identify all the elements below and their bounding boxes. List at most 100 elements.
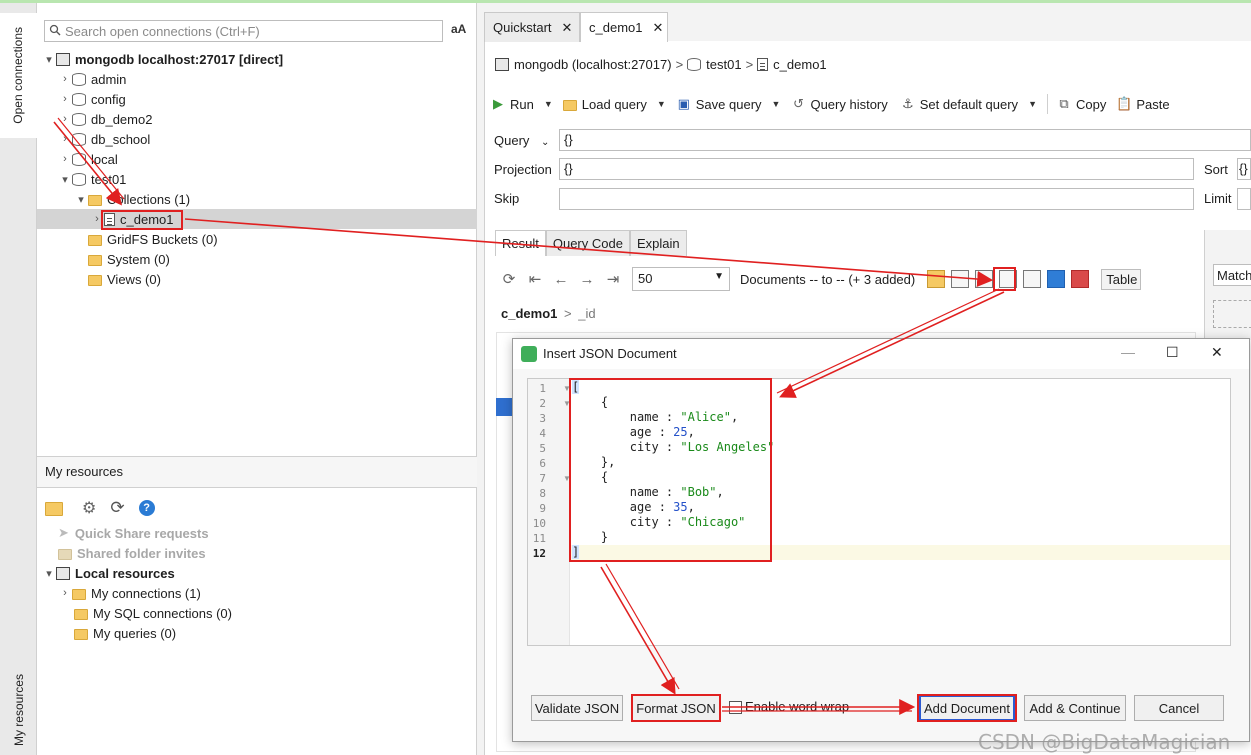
query-history-button[interactable]: ↺ Query history	[790, 96, 888, 112]
chevron-down-icon[interactable]: ▼	[772, 99, 781, 109]
query-input[interactable]: {}	[559, 129, 1251, 151]
shared-folder-invites[interactable]: Shared folder invites	[58, 543, 206, 563]
refresh-icon[interactable]: ⟳	[110, 498, 124, 518]
chevron-down-icon: ▼	[714, 271, 724, 282]
breadcrumb-connection[interactable]: mongodb (localhost:27017)	[514, 57, 672, 72]
chevron-right-icon[interactable]: ›	[58, 93, 72, 105]
chevron-down-icon[interactable]: ▼	[657, 99, 666, 109]
set-default-query-button[interactable]: ⚓ Set default query	[900, 96, 1018, 112]
tab-explain-label: Explain	[636, 236, 680, 251]
tree-db-local[interactable]: › local	[58, 149, 118, 169]
find-document-icon[interactable]	[1023, 270, 1042, 288]
edit-document-icon[interactable]	[975, 270, 994, 288]
my-queries[interactable]: My queries (0)	[74, 623, 176, 643]
tab-c-demo1[interactable]: c_demo1 ✕	[580, 12, 668, 42]
chevron-right-icon[interactable]: ›	[58, 153, 72, 165]
limit-input[interactable]	[1237, 188, 1251, 210]
close-icon[interactable]: ✕	[1211, 344, 1223, 361]
paste-button[interactable]: 📋 Paste	[1116, 96, 1169, 112]
folder-icon[interactable]	[927, 270, 946, 288]
add-continue-button[interactable]: Add & Continue	[1024, 695, 1126, 721]
tree-db-test01[interactable]: ▾ test01	[58, 169, 126, 189]
tab-quickstart[interactable]: Quickstart ✕	[484, 12, 580, 42]
match-dropzone[interactable]	[1213, 300, 1251, 328]
tree-db-db-demo2[interactable]: › db_demo2	[58, 109, 152, 129]
send-icon: ➤	[58, 525, 69, 540]
paste-label: Paste	[1136, 96, 1170, 112]
database-icon	[72, 132, 86, 146]
connection-label: mongodb localhost:27017 [direct]	[75, 51, 284, 67]
validate-json-button[interactable]: Validate JSON	[531, 695, 623, 721]
settings-icon[interactable]: ⚙	[82, 498, 96, 518]
tab-my-resources[interactable]: My resources	[0, 663, 37, 755]
tree-views-folder[interactable]: Views (0)	[88, 269, 161, 289]
chevron-down-icon[interactable]: ▾	[42, 53, 56, 66]
tab-query-code[interactable]: Query Code	[545, 230, 630, 256]
prev-page-icon[interactable]: ←	[548, 271, 574, 288]
path-field[interactable]: _id	[578, 306, 595, 321]
quick-share-requests[interactable]: ➤ Quick Share requests	[58, 523, 209, 543]
word-wrap-checkbox[interactable]	[729, 701, 742, 714]
view-mode-button[interactable]: Table	[1101, 268, 1142, 290]
tree-gridfs-folder[interactable]: GridFS Buckets (0)	[88, 229, 218, 249]
chevron-down-icon[interactable]: ⌄	[541, 137, 549, 148]
open-folder-icon	[562, 99, 577, 111]
tree-db-db-school[interactable]: › db_school	[58, 129, 150, 149]
sort-input[interactable]: {}	[1237, 158, 1251, 180]
page-size-select[interactable]: 50 ▼	[632, 267, 730, 291]
validate-icon[interactable]	[1047, 270, 1066, 288]
close-icon[interactable]: ✕	[562, 20, 573, 36]
chevron-right-icon[interactable]: ›	[58, 113, 72, 125]
tree-system-folder[interactable]: System (0)	[88, 249, 170, 269]
new-folder-icon[interactable]	[45, 502, 63, 516]
chevron-right-icon[interactable]: ›	[58, 133, 72, 145]
my-sql-connections[interactable]: My SQL connections (0)	[74, 603, 232, 623]
skip-input[interactable]	[559, 188, 1194, 210]
chevron-right-icon[interactable]: ›	[58, 587, 72, 599]
chevron-down-icon[interactable]: ▾	[74, 193, 88, 206]
load-query-button[interactable]: Load query	[562, 97, 647, 112]
first-page-icon[interactable]: ⇤	[522, 270, 548, 288]
set-default-query-label: Set default query	[919, 96, 1019, 112]
local-resources[interactable]: ▾ Local resources	[42, 563, 174, 583]
delete-document-icon[interactable]	[1071, 270, 1090, 288]
projection-input[interactable]: {}	[559, 158, 1194, 180]
shared-folder-icon	[58, 548, 72, 560]
insert-document-icon[interactable]	[951, 270, 970, 288]
tree-connection-root[interactable]: ▾ mongodb localhost:27017 [direct]	[42, 49, 283, 69]
path-collection[interactable]: c_demo1	[501, 306, 557, 321]
refresh-icon[interactable]: ⟳	[496, 270, 522, 288]
tree-collections-folder[interactable]: ▾ Collections (1)	[74, 189, 190, 209]
tab-open-connections[interactable]: Open connections	[0, 13, 37, 138]
minimize-icon[interactable]: —	[1121, 344, 1135, 360]
close-icon[interactable]: ✕	[652, 20, 663, 36]
breadcrumb-database[interactable]: test01	[706, 57, 741, 72]
tab-result[interactable]: Result	[495, 230, 546, 256]
run-label: Run	[510, 96, 534, 112]
grid-selected-row[interactable]	[496, 398, 512, 416]
chevron-down-icon[interactable]: ▼	[544, 99, 553, 109]
search-input[interactable]: Search open connections (Ctrl+F)	[44, 20, 443, 42]
chevron-down-icon[interactable]: ▾	[42, 567, 56, 580]
annotation-box-insert	[993, 267, 1016, 291]
match-field[interactable]: Match	[1213, 264, 1251, 286]
cancel-button[interactable]: Cancel	[1134, 695, 1224, 721]
next-page-icon[interactable]: →	[574, 271, 600, 288]
chevron-down-icon[interactable]: ▼	[1028, 99, 1037, 109]
tree-db-config[interactable]: › config	[58, 89, 126, 109]
collection-icon	[757, 57, 769, 71]
my-connections[interactable]: › My connections (1)	[58, 583, 201, 603]
chevron-down-icon[interactable]: ▾	[58, 173, 72, 186]
breadcrumb-collection[interactable]: c_demo1	[773, 57, 826, 72]
case-sensitive-toggle[interactable]: aA	[451, 22, 466, 36]
tree-db-admin[interactable]: › admin	[58, 69, 126, 89]
my-queries-label: My queries (0)	[93, 625, 177, 641]
last-page-icon[interactable]: ⇥	[600, 270, 626, 288]
tab-explain[interactable]: Explain	[629, 230, 687, 256]
copy-button[interactable]: ⧉ Copy	[1056, 96, 1106, 112]
chevron-right-icon[interactable]: ›	[58, 73, 72, 85]
save-query-button[interactable]: ▣ Save query	[676, 96, 762, 112]
maximize-icon[interactable]: ☐	[1166, 344, 1179, 361]
help-icon[interactable]: ?	[138, 500, 155, 516]
run-button[interactable]: ▶ Run	[490, 96, 534, 112]
